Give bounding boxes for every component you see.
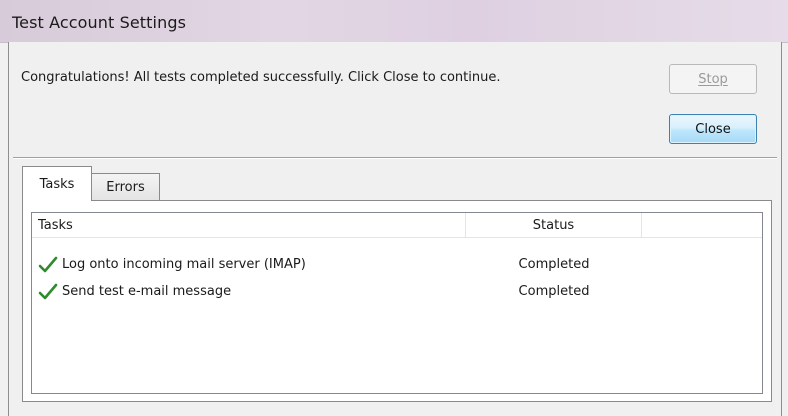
separator bbox=[13, 157, 777, 159]
tab-errors[interactable]: Errors bbox=[92, 173, 160, 200]
task-status: Completed bbox=[518, 257, 590, 272]
checkmark-icon bbox=[38, 283, 58, 299]
tasks-tab-panel: Tasks Status Log onto incoming mail serv… bbox=[22, 200, 772, 402]
column-header-status-label: Status bbox=[532, 217, 575, 233]
task-status: Completed bbox=[518, 284, 590, 299]
window-title: Test Account Settings bbox=[12, 13, 187, 32]
column-header-filler bbox=[642, 213, 762, 237]
test-account-settings-window: Test Account Settings Congratulations! A… bbox=[0, 0, 788, 416]
status-message: Congratulations! All tests completed suc… bbox=[21, 70, 501, 85]
task-name: Log onto incoming mail server (IMAP) bbox=[62, 257, 306, 272]
list-item[interactable]: Send test e-mail message Completed bbox=[32, 278, 762, 305]
task-cell: Log onto incoming mail server (IMAP) bbox=[38, 251, 306, 278]
column-header-status[interactable]: Status bbox=[466, 213, 642, 237]
tasks-list[interactable]: Tasks Status Log onto incoming mail serv… bbox=[31, 212, 763, 394]
checkmark-icon bbox=[38, 256, 58, 272]
stop-button[interactable]: Stop bbox=[669, 64, 757, 94]
tab-tasks[interactable]: Tasks bbox=[22, 166, 92, 201]
tab-tasks-label: Tasks bbox=[39, 176, 75, 192]
stop-button-label: Stop bbox=[698, 71, 728, 87]
task-name: Send test e-mail message bbox=[62, 284, 232, 299]
dialog-body: Congratulations! All tests completed suc… bbox=[8, 42, 782, 416]
title-bar[interactable]: Test Account Settings bbox=[0, 0, 788, 43]
tab-errors-label: Errors bbox=[106, 179, 145, 195]
close-button[interactable]: Close bbox=[669, 114, 757, 144]
task-cell: Send test e-mail message bbox=[38, 278, 231, 305]
list-item[interactable]: Log onto incoming mail server (IMAP) Com… bbox=[32, 251, 762, 278]
close-button-label: Close bbox=[695, 121, 731, 137]
column-header-tasks[interactable]: Tasks bbox=[32, 213, 466, 237]
list-header: Tasks Status bbox=[32, 213, 762, 238]
column-header-tasks-label: Tasks bbox=[38, 217, 73, 233]
